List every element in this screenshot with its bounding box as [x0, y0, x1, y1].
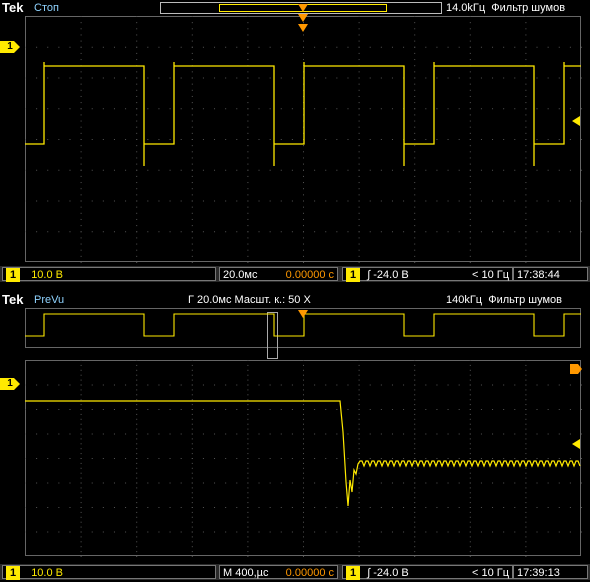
clock: 17:38:44 — [513, 267, 588, 281]
trigger-level-arrow — [572, 439, 580, 449]
status-bar-top: 1 10.0 В 20.0мс 0.00000 с 1 ∫ -24.0 В < … — [0, 266, 590, 282]
clock: 17:39:13 — [513, 565, 588, 579]
timebase-readout[interactable]: М 400,µс 0.00000 с — [219, 565, 338, 579]
scope-panel-bottom: Tek PreVu Г 20.0мс Масшт. к.: 50 X 140kГ… — [0, 292, 590, 582]
trigger-marker — [298, 4, 308, 32]
status-bar-bottom: 1 10.0 В М 400,µс 0.00000 с 1 ∫ -24.0 В … — [0, 564, 590, 580]
trigger-readout[interactable]: 1 ∫ -24.0 В < 10 Гц — [342, 267, 513, 282]
waveform-plot-bottom — [25, 310, 582, 557]
channel-scale[interactable]: 1 10.0 В — [2, 267, 216, 282]
channel-1-trace — [25, 400, 581, 507]
trigger-level-arrow — [572, 116, 580, 126]
grid-dots — [25, 360, 582, 557]
scope-panel-top: Tek Стоп 14.0kГц Фильтр шумов 1 1 10.0 В… — [0, 0, 590, 290]
channel-scale[interactable]: 1 10.0 В — [2, 565, 216, 580]
trigger-pos-marker — [570, 364, 582, 374]
timebase-readout[interactable]: 20.0мс 0.00000 с — [219, 267, 338, 281]
trigger-readout[interactable]: 1 ∫ -24.0 В < 10 Гц — [342, 565, 513, 580]
waveform-plot-top — [25, 4, 582, 263]
